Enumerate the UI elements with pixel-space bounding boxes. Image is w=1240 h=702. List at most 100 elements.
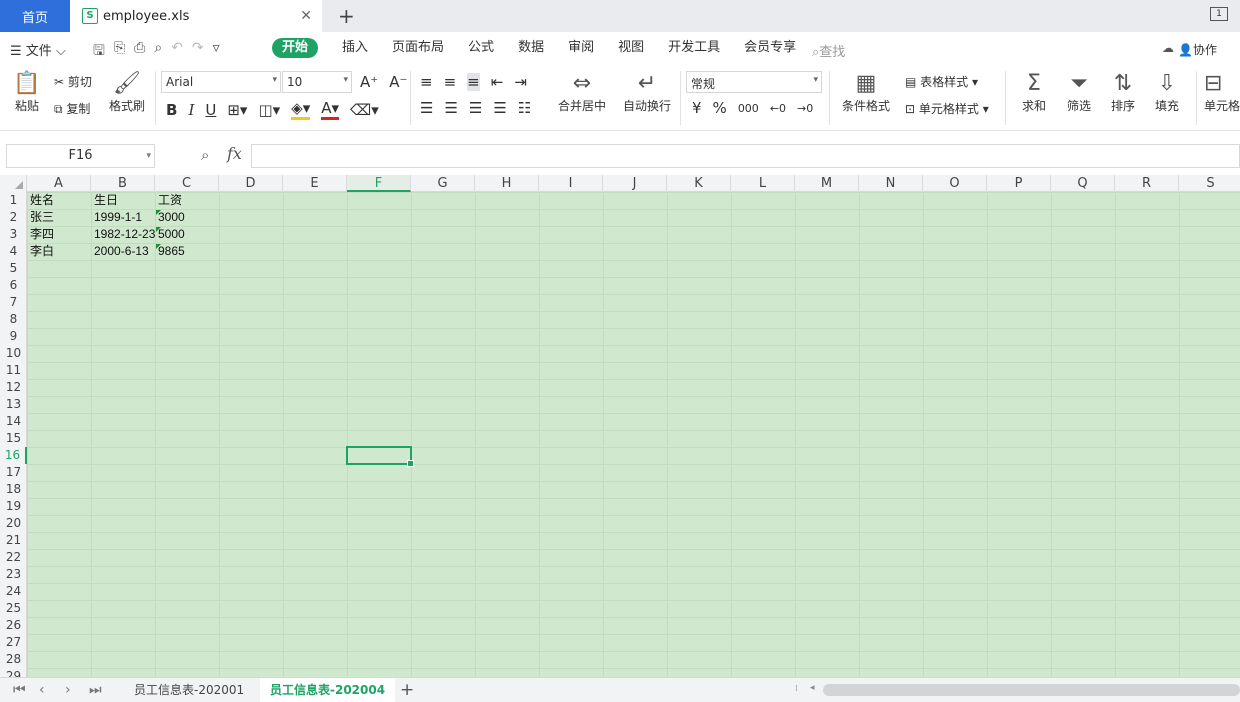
fill-color-icon[interactable]: ◈▾: [291, 99, 311, 120]
column-header-e[interactable]: E: [283, 175, 347, 192]
collab-button[interactable]: 👤协作: [1178, 41, 1217, 58]
row-header-16[interactable]: 16: [0, 447, 27, 464]
undo-icon[interactable]: ↶: [171, 40, 183, 64]
increase-font-icon[interactable]: A⁺: [360, 73, 378, 91]
tab-insert[interactable]: 插入: [342, 38, 368, 58]
cell-b1[interactable]: 生日: [91, 192, 157, 209]
column-header-g[interactable]: G: [411, 175, 475, 192]
file-menu[interactable]: ☰ 文件 ⌵: [10, 40, 66, 59]
table-style-button[interactable]: ▤ 表格样式 ▾: [905, 73, 978, 90]
row-header-28[interactable]: 28: [0, 651, 27, 668]
cell-button[interactable]: ⊟ 单元格: [1204, 71, 1240, 114]
window-count-icon[interactable]: 1: [1210, 7, 1228, 21]
row-header-26[interactable]: 26: [0, 617, 27, 634]
fx-icon[interactable]: fx: [227, 144, 242, 163]
tab-member[interactable]: 会员专享: [744, 38, 796, 58]
row-header-1[interactable]: 1: [0, 192, 27, 209]
column-header-n[interactable]: N: [859, 175, 923, 192]
cell-a1[interactable]: 姓名: [27, 192, 91, 209]
file-tab[interactable]: S employee.xls ✕: [70, 0, 322, 32]
row-header-21[interactable]: 21: [0, 532, 27, 549]
active-cell-selection[interactable]: [346, 446, 414, 467]
number-format-select[interactable]: 常规: [686, 71, 822, 93]
fill-shape-icon[interactable]: ◫▾: [258, 101, 280, 119]
decrease-font-icon[interactable]: A⁻: [389, 73, 407, 91]
decrease-decimal-icon[interactable]: →0: [797, 102, 813, 115]
filter-button[interactable]: ⏷ 筛选: [1060, 71, 1098, 114]
cell-c1[interactable]: 工资: [155, 192, 219, 209]
redo-icon[interactable]: ↷: [192, 40, 204, 64]
increase-decimal-icon[interactable]: ←0: [770, 102, 786, 115]
currency-icon[interactable]: ¥: [692, 99, 702, 117]
cell-a2[interactable]: 张三: [27, 209, 91, 226]
sort-button[interactable]: ⇅ 排序: [1104, 71, 1142, 114]
align-middle-icon[interactable]: ≡: [444, 73, 457, 91]
paste-button[interactable]: 📋 粘贴: [10, 71, 44, 114]
cell-a4[interactable]: 李白: [27, 243, 91, 260]
column-header-k[interactable]: K: [667, 175, 731, 192]
select-all-corner[interactable]: [0, 175, 27, 192]
underline-icon[interactable]: U: [205, 101, 216, 119]
column-header-s[interactable]: S: [1179, 175, 1240, 192]
copy-button[interactable]: ⧉ 复制: [54, 100, 90, 117]
zoom-icon[interactable]: ⌕: [201, 146, 209, 164]
cell-b2[interactable]: 1999-1-1: [91, 209, 157, 226]
cell-area[interactable]: 姓名 生日 工资 张三 1999-1-1 3000 李四 1982-12-23 5000 李白 20…: [27, 192, 1240, 677]
align-right-icon[interactable]: ☰: [469, 99, 482, 117]
percent-icon[interactable]: %: [713, 99, 727, 117]
fill-button[interactable]: ⇩ 填充: [1148, 71, 1186, 114]
row-header-19[interactable]: 19: [0, 498, 27, 515]
row-header-7[interactable]: 7: [0, 294, 27, 311]
conditional-format-button[interactable]: ▦ 条件格式: [836, 71, 896, 114]
font-name-select[interactable]: Arial: [161, 71, 281, 93]
row-header-9[interactable]: 9: [0, 328, 27, 345]
next-sheet-icon[interactable]: ›: [65, 682, 71, 698]
column-header-h[interactable]: H: [475, 175, 539, 192]
save-icon[interactable]: 🖫: [93, 40, 105, 64]
add-sheet-icon[interactable]: +: [400, 680, 414, 700]
more-icon[interactable]: ▿: [213, 40, 220, 64]
font-color-icon[interactable]: A▾: [321, 99, 340, 120]
cell-b3[interactable]: 1982-12-23: [91, 226, 157, 243]
column-header-d[interactable]: D: [219, 175, 283, 192]
row-header-15[interactable]: 15: [0, 430, 27, 447]
home-tab[interactable]: 首页: [0, 0, 70, 32]
tab-home[interactable]: 开始: [272, 38, 319, 58]
align-left-icon[interactable]: ☰: [420, 99, 433, 117]
row-header-6[interactable]: 6: [0, 277, 27, 294]
align-center-icon[interactable]: ☰: [444, 99, 457, 117]
tab-data[interactable]: 数据: [518, 38, 544, 58]
row-header-4[interactable]: 4: [0, 243, 27, 260]
bold-icon[interactable]: B: [166, 101, 177, 119]
cut-button[interactable]: ✂ 剪切: [54, 73, 92, 90]
row-header-14[interactable]: 14: [0, 413, 27, 430]
print-preview-icon[interactable]: ⌕: [154, 40, 162, 64]
font-size-select[interactable]: 10: [282, 71, 352, 93]
tab-page-layout[interactable]: 页面布局: [392, 38, 444, 58]
column-header-p[interactable]: P: [987, 175, 1051, 192]
clear-format-icon[interactable]: ⌫▾: [350, 101, 379, 119]
formula-input[interactable]: [251, 144, 1240, 168]
row-header-8[interactable]: 8: [0, 311, 27, 328]
row-header-25[interactable]: 25: [0, 600, 27, 617]
sheet-tab-202001[interactable]: 员工信息表-202001: [124, 678, 254, 702]
thousands-separator-icon[interactable]: 000: [738, 102, 759, 115]
column-header-o[interactable]: O: [923, 175, 987, 192]
print-icon[interactable]: ⎙: [134, 40, 145, 64]
cell-c3[interactable]: 5000: [155, 226, 219, 243]
row-header-20[interactable]: 20: [0, 515, 27, 532]
merge-center-button[interactable]: ⇔ 合并居中: [552, 71, 612, 114]
cell-c4[interactable]: 9865: [155, 243, 219, 260]
row-header-12[interactable]: 12: [0, 379, 27, 396]
first-sheet-icon[interactable]: ⏮: [13, 682, 26, 698]
sheet-tab-202004[interactable]: 员工信息表-202004: [260, 678, 396, 702]
indent-decrease-icon[interactable]: ⇤: [491, 73, 504, 91]
column-header-c[interactable]: C: [155, 175, 219, 192]
column-header-b[interactable]: B: [91, 175, 155, 192]
tab-formulas[interactable]: 公式: [468, 38, 494, 58]
column-header-f[interactable]: F: [347, 175, 411, 192]
cloud-sync-icon[interactable]: ☁: [1162, 41, 1174, 58]
cell-a3[interactable]: 李四: [27, 226, 91, 243]
scroll-grip-icon[interactable]: ⁞: [795, 684, 798, 694]
column-header-a[interactable]: A: [27, 175, 91, 192]
